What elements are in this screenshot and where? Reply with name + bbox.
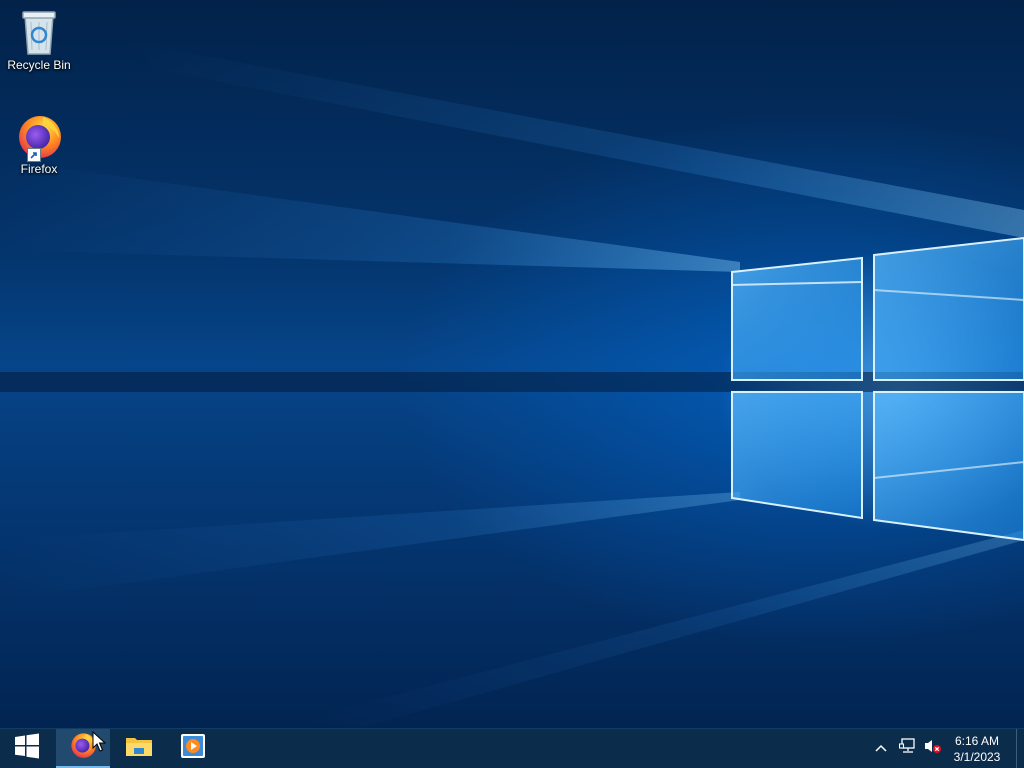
desktop-icon-label: Recycle Bin (7, 58, 71, 72)
folder-icon (125, 734, 153, 763)
show-desktop-button[interactable] (1016, 729, 1024, 768)
tray-overflow-button[interactable] (870, 729, 892, 768)
chevron-up-icon (874, 740, 888, 758)
taskbar-app-media-player[interactable] (166, 729, 220, 768)
clock-time: 6:16 AM (954, 733, 1000, 748)
mouse-cursor-icon (92, 731, 106, 752)
window-pane-top-left (731, 256, 863, 381)
window-pane-top-right (873, 236, 1024, 381)
clock-date: 3/1/2023 (953, 749, 1001, 764)
taskbar-clock[interactable]: 6:16 AM 3/1/2023 (944, 729, 1010, 768)
tray-network-button[interactable] (896, 729, 920, 768)
desktop-icon-label: Firefox (20, 162, 58, 176)
window-pane-bottom-right (873, 391, 1024, 542)
media-player-icon (180, 733, 206, 764)
start-button[interactable] (0, 729, 54, 768)
network-icon (898, 738, 917, 759)
wallpaper-light-beams (0, 40, 1024, 728)
tray-volume-button[interactable] (922, 729, 944, 768)
taskbar: 6:16 AM 3/1/2023 (0, 728, 1024, 768)
desktop[interactable]: Recycle Bin Firefox (0, 0, 1024, 728)
window-pane-bottom-left (731, 391, 863, 520)
windows-logo-icon (14, 733, 40, 764)
desktop-icon-firefox[interactable]: Firefox (2, 112, 76, 176)
desktop-icon-recycle-bin[interactable]: Recycle Bin (2, 8, 76, 72)
volume-muted-icon (924, 738, 942, 759)
firefox-icon (15, 112, 63, 162)
taskbar-app-file-explorer[interactable] (112, 729, 166, 768)
recycle-bin-icon (15, 8, 63, 56)
shortcut-arrow-icon (27, 148, 41, 162)
